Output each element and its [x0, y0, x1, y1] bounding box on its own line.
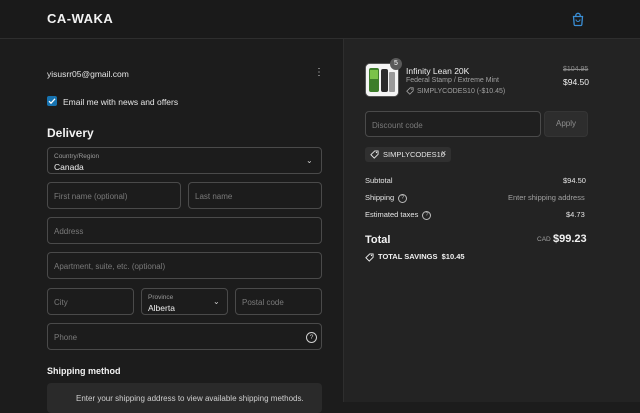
header: CA-WAKA [0, 0, 640, 39]
taxes-row: Estimated taxes? [365, 210, 432, 220]
discount-code-input[interactable]: Discount code [365, 111, 541, 137]
province-select[interactable]: Province Alberta ⌄ [141, 288, 228, 315]
shopping-bag-icon[interactable] [570, 11, 586, 27]
newsletter-label: Email me with news and offers [63, 97, 179, 107]
applied-code: SIMPLYCODES10 [383, 150, 445, 159]
product-discount: SIMPLYCODES10 (-$10.45) [406, 87, 505, 95]
shipping-methods-box: Enter your shipping address to view avai… [47, 383, 322, 413]
province-value: Alberta [148, 303, 175, 313]
postal-code-field[interactable]: Postal code [235, 288, 322, 315]
country-label: Country/Region [54, 153, 100, 160]
currency: CAD [537, 236, 551, 243]
tag-icon [365, 252, 374, 262]
tag-icon [406, 87, 414, 95]
country-select[interactable]: Country/Region Canada ⌄ [47, 147, 322, 174]
shipping-value: Enter shipping address [508, 193, 585, 202]
apartment-field[interactable]: Apartment, suite, etc. (optional) [47, 252, 322, 279]
city-field[interactable]: City [47, 288, 134, 315]
phone-field[interactable]: Phone ? [47, 323, 322, 350]
shipping-method-heading: Shipping method [47, 366, 121, 376]
taxes-label: Estimated taxes [365, 210, 419, 219]
newsletter-checkbox[interactable] [47, 96, 57, 106]
delivery-heading: Delivery [47, 126, 94, 140]
subtotal-label: Subtotal [365, 176, 393, 185]
contact-email: yisusrr05@gmail.com [47, 69, 129, 79]
shipping-label: Shipping [365, 193, 395, 202]
order-summary: 5 Infinity Lean 20K Federal Stamp / Extr… [344, 39, 640, 402]
applied-discount-chip: SIMPLYCODES10 × [365, 147, 451, 162]
chevron-down-icon: ⌄ [213, 297, 220, 306]
postal-code-placeholder: Postal code [242, 298, 284, 307]
apartment-placeholder: Apartment, suite, etc. (optional) [54, 262, 166, 271]
product-price: $94.50 [563, 77, 589, 87]
shipping-row: Shipping? [365, 193, 408, 203]
total-label: Total [365, 234, 391, 246]
last-name-field[interactable]: Last name [188, 182, 322, 209]
product-discount-code: SIMPLYCODES10 (-$10.45) [417, 87, 506, 95]
checkmark-icon [48, 98, 56, 105]
subtotal-value: $94.50 [563, 176, 586, 185]
kebab-icon[interactable]: ⋮ [314, 68, 324, 78]
apply-button[interactable]: Apply [544, 111, 588, 137]
original-price: $104.95 [563, 66, 589, 73]
product-name: Infinity Lean 20K [406, 66, 470, 76]
address-field[interactable]: Address [47, 217, 322, 244]
info-icon[interactable]: ? [398, 193, 408, 203]
help-icon[interactable]: ? [306, 332, 317, 343]
taxes-value: $4.73 [566, 210, 585, 219]
info-icon[interactable]: ? [422, 210, 432, 220]
total-value: $99.23 [553, 233, 587, 245]
checkout-form: yisusrr05@gmail.com ⋮ Email me with news… [0, 39, 343, 413]
product-variant: Federal Stamp / Extreme Mint [406, 77, 499, 84]
chevron-down-icon: ⌄ [306, 156, 313, 165]
savings-value: $10.45 [441, 252, 465, 261]
phone-placeholder: Phone [54, 333, 78, 342]
country-value: Canada [54, 162, 84, 172]
quantity-badge: 5 [390, 58, 402, 70]
province-label: Province [148, 294, 174, 301]
remove-discount-icon[interactable]: × [441, 148, 446, 158]
brand-logo[interactable]: CA-WAKA [47, 11, 113, 26]
savings-label: TOTAL SAVINGS [378, 252, 438, 261]
discount-placeholder: Discount code [372, 121, 423, 130]
total-savings: TOTAL SAVINGS $10.45 [365, 252, 465, 262]
first-name-placeholder: First name (optional) [54, 192, 128, 201]
last-name-placeholder: Last name [195, 192, 233, 201]
first-name-field[interactable]: First name (optional) [47, 182, 181, 209]
tag-icon [370, 150, 379, 159]
address-placeholder: Address [54, 227, 84, 236]
city-placeholder: City [54, 298, 68, 307]
